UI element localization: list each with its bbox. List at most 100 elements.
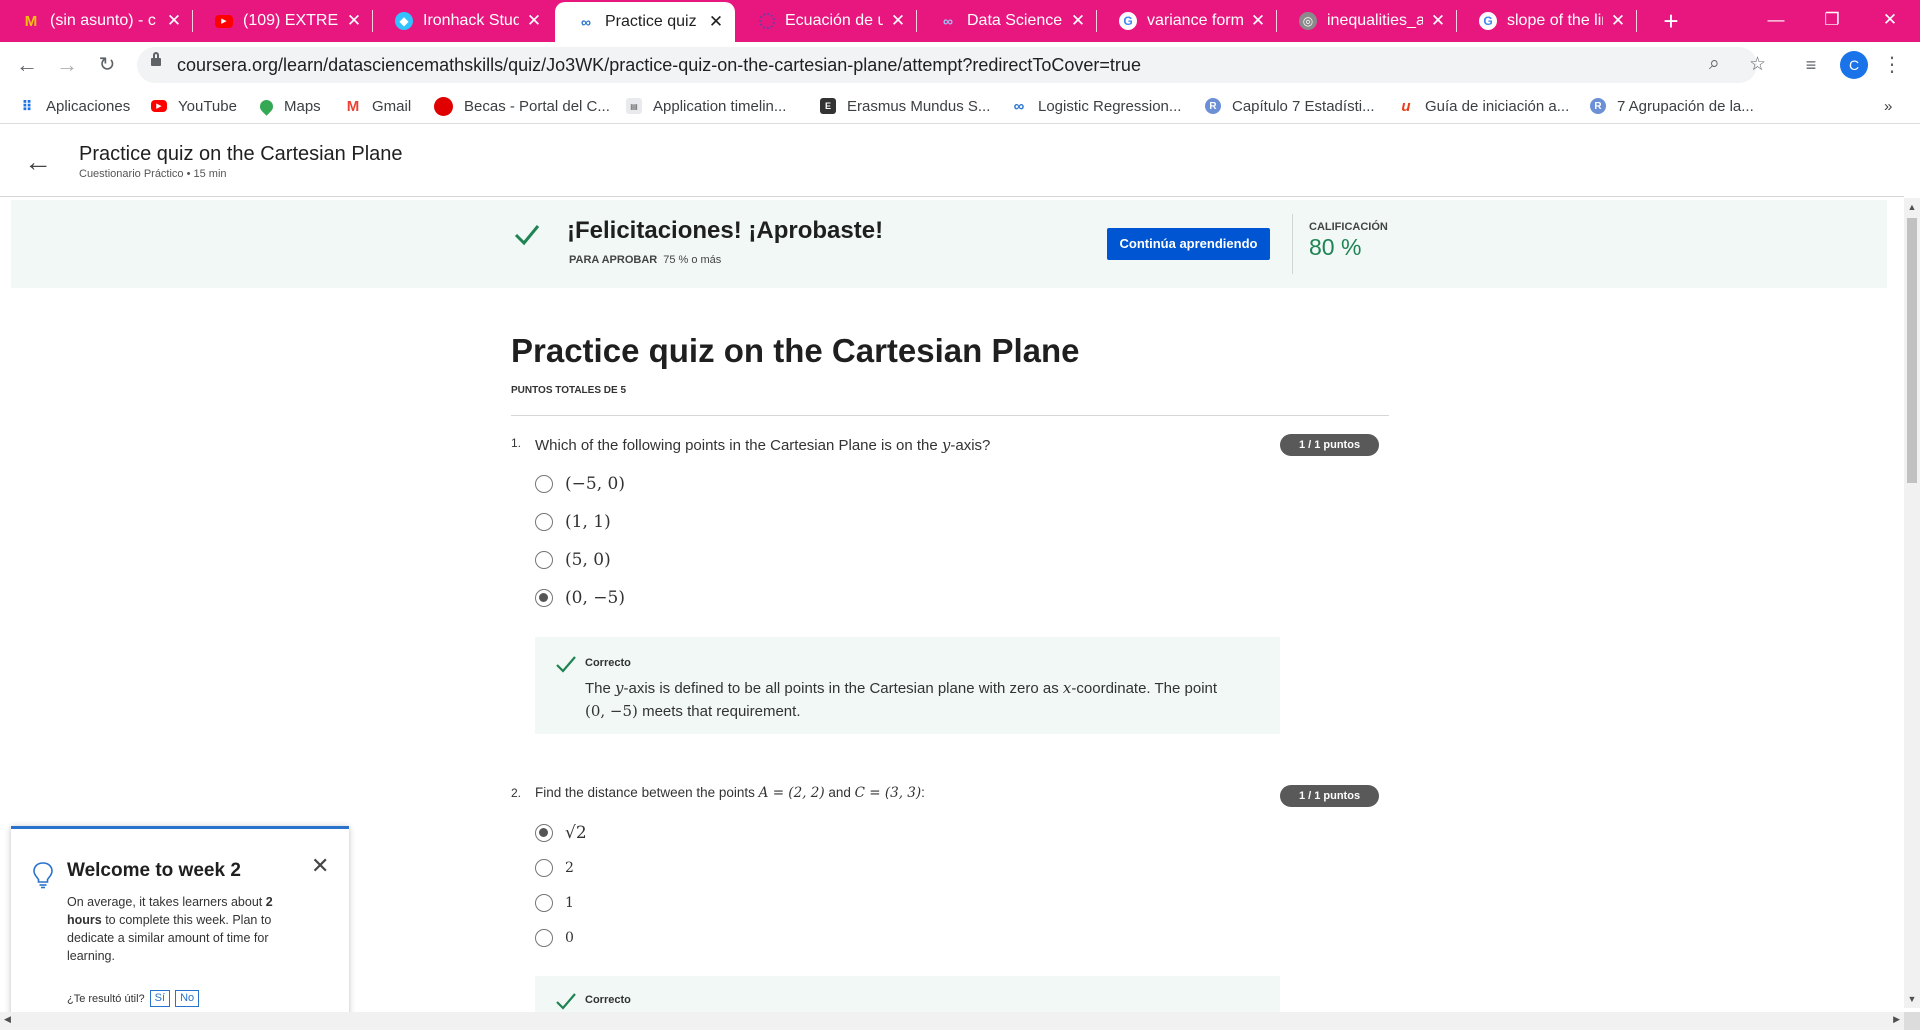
loading-icon: [759, 13, 775, 29]
bookmark-capitulo-7[interactable]: R Capítulo 7 Estadísti...: [1205, 95, 1375, 117]
answer-option[interactable]: (−5, 0): [535, 474, 625, 494]
r-icon: R: [1590, 98, 1606, 114]
bookmark-logistic-regression[interactable]: ∞ Logistic Regression...: [1011, 95, 1182, 117]
math-expression: (0, −5): [585, 702, 638, 720]
radio-button-selected[interactable]: [535, 824, 553, 842]
media-queue-icon[interactable]: ≡: [1795, 49, 1827, 81]
bookmark-gmail[interactable]: M Gmail: [345, 95, 411, 117]
answer-option[interactable]: 2: [535, 859, 574, 877]
close-icon[interactable]: ✕: [707, 12, 725, 32]
no-button[interactable]: No: [175, 990, 200, 1007]
question-text: Which of the following points in the Car…: [535, 436, 990, 454]
profile-avatar[interactable]: C: [1840, 51, 1868, 79]
radio-button[interactable]: [535, 551, 553, 569]
quiz-title: Practice quiz on the Cartesian Plane: [511, 332, 1080, 369]
tab-ironhack[interactable]: ◆ Ironhack Studen ✕: [373, 0, 553, 42]
tab-label: slope of the lin: [1507, 12, 1603, 29]
radio-button[interactable]: [535, 513, 553, 531]
apps-grid-icon: ⠿: [21, 97, 33, 114]
answer-option-selected[interactable]: √2: [535, 823, 587, 843]
feedback-text-part: The: [585, 680, 616, 697]
answer-option[interactable]: 0: [535, 929, 574, 947]
bookmark-youtube[interactable]: ▶ YouTube: [151, 95, 237, 117]
restore-button[interactable]: ❐: [1804, 0, 1860, 42]
close-icon[interactable]: ✕: [1429, 11, 1447, 31]
tab-practice-quiz[interactable]: ∞ Practice quiz on ✕: [555, 2, 735, 42]
radio-button[interactable]: [535, 929, 553, 947]
menu-kebab-icon[interactable]: ⋮: [1876, 49, 1908, 81]
close-icon[interactable]: ✕: [311, 853, 329, 879]
tab-data-science[interactable]: ∞ Data Science M ✕: [917, 0, 1097, 42]
answer-option-selected[interactable]: (0, −5): [535, 588, 625, 608]
reload-icon[interactable]: ↻: [91, 49, 123, 81]
lightbulb-icon: [33, 862, 53, 889]
bookmark-becas[interactable]: Becas - Portal del C...: [434, 95, 610, 117]
close-icon[interactable]: ✕: [1069, 11, 1087, 31]
back-arrow-icon[interactable]: ←: [24, 146, 52, 178]
bookmark-label: Capítulo 7 Estadísti...: [1232, 97, 1375, 115]
close-window-button[interactable]: ✕: [1862, 0, 1918, 42]
address-bar[interactable]: coursera.org/learn/datasciencemathskills…: [137, 47, 1766, 83]
welcome-body-bold: hours: [67, 913, 102, 927]
scroll-left-icon[interactable]: ◀: [4, 1014, 11, 1025]
answer-option[interactable]: (1, 1): [535, 512, 611, 532]
star-icon[interactable]: ☆: [1749, 53, 1766, 76]
more-bookmarks-button[interactable]: »: [1884, 95, 1892, 117]
tab-gmail[interactable]: M (sin asunto) - c ✕: [0, 0, 193, 42]
forward-arrow-icon[interactable]: →: [51, 49, 83, 81]
url-text[interactable]: coursera.org/learn/datasciencemathskills…: [177, 55, 1141, 76]
vertical-scrollbar[interactable]: ▲ ▼: [1904, 198, 1920, 1008]
horizontal-scrollbar[interactable]: ◀ ▶: [0, 1012, 1904, 1030]
bookmark-agrupacion[interactable]: R 7 Agrupación de la...: [1590, 95, 1754, 117]
ironhack-icon: ◆: [395, 12, 413, 30]
tab-label: Ironhack Studen: [423, 12, 519, 29]
scroll-down-icon[interactable]: ▼: [1904, 994, 1920, 1004]
bookmark-guia[interactable]: u Guía de iniciación a...: [1398, 95, 1569, 117]
feedback-text-part: -coordinate. The point: [1071, 680, 1218, 697]
bookmark-aplicaciones[interactable]: ⠿ Aplicaciones: [19, 95, 131, 117]
close-icon[interactable]: ✕: [345, 11, 363, 31]
answer-option[interactable]: (5, 0): [535, 550, 611, 570]
scroll-up-icon[interactable]: ▲: [1904, 202, 1920, 212]
radio-button[interactable]: [535, 894, 553, 912]
close-icon[interactable]: ✕: [1609, 11, 1627, 31]
close-icon[interactable]: ✕: [1249, 11, 1267, 31]
tab-ecuacion[interactable]: Ecuación de un ✕: [737, 0, 917, 42]
scroll-right-icon[interactable]: ▶: [1893, 1014, 1900, 1025]
tab-label: Data Science M: [967, 12, 1063, 29]
close-icon[interactable]: ✕: [525, 11, 543, 31]
bookmarks-bar: ⠿ Aplicaciones ▶ YouTube Maps M Gmail Be…: [0, 88, 1920, 124]
feedback-label: Correcto: [585, 657, 631, 669]
yes-button[interactable]: Sí: [149, 990, 171, 1007]
continue-learning-button[interactable]: Continúa aprendiendo: [1107, 228, 1270, 260]
question-text-part: Which of the following points in the Car…: [535, 437, 942, 454]
tab-inequalities[interactable]: ◎ inequalities_an ✕: [1277, 0, 1457, 42]
bookmark-application-timeline[interactable]: ▤ Application timelin...: [626, 95, 786, 117]
tab-variance[interactable]: G variance formul ✕: [1097, 0, 1277, 42]
minimize-button[interactable]: —: [1748, 0, 1804, 42]
helpful-question: ¿Te resultó útil? Sí No: [67, 990, 200, 1007]
welcome-popup: Welcome to week 2 ✕ On average, it takes…: [11, 826, 349, 1021]
new-tab-button[interactable]: +: [1655, 5, 1687, 37]
close-icon[interactable]: ✕: [165, 11, 183, 31]
document-icon: ▤: [626, 98, 642, 114]
coursera-icon: ∞: [581, 14, 591, 30]
bookmark-maps[interactable]: Maps: [257, 95, 321, 117]
zoom-icon[interactable]: ⌕: [1709, 53, 1720, 75]
tab-youtube[interactable]: ▶ (109) EXTREMC ✕: [193, 0, 373, 42]
math-expression: C = (3, 3): [854, 785, 922, 801]
radio-button[interactable]: [535, 859, 553, 877]
bookmark-erasmus[interactable]: E Erasmus Mundus S...: [820, 95, 990, 117]
back-arrow-icon[interactable]: ←: [11, 49, 43, 81]
radio-button-selected[interactable]: [535, 589, 553, 607]
close-icon[interactable]: ✕: [889, 11, 907, 31]
u-icon: u: [1401, 97, 1411, 115]
tab-slope[interactable]: G slope of the lin ✕: [1457, 0, 1637, 42]
erasmus-icon: E: [820, 98, 836, 114]
pass-label: PARA APROBAR: [569, 254, 658, 266]
math-variable: y: [615, 679, 624, 697]
scrollbar-thumb[interactable]: [1907, 218, 1917, 483]
radio-button[interactable]: [535, 475, 553, 493]
option-label: √2: [565, 823, 587, 843]
answer-option[interactable]: 1: [535, 894, 574, 912]
